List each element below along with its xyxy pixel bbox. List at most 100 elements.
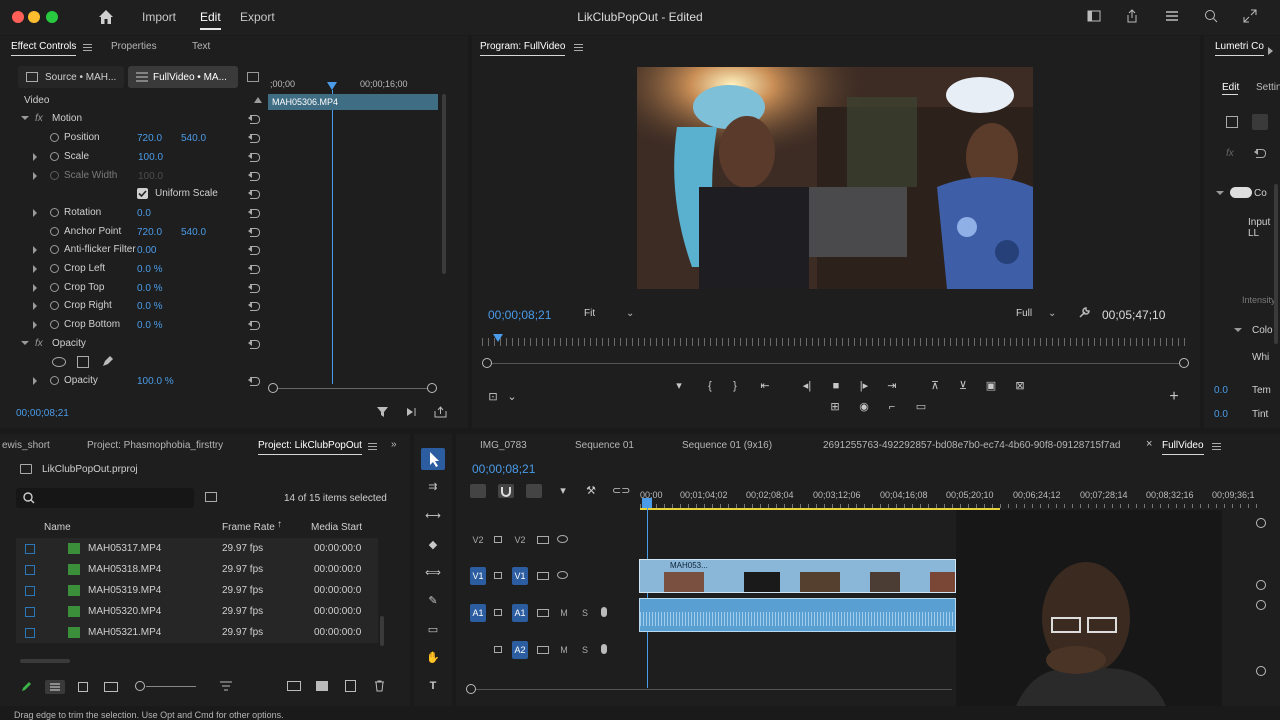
scale-width-expand-icon[interactable]	[33, 172, 37, 180]
a1-lock-icon[interactable]	[494, 609, 502, 616]
toggle-timeline-icon[interactable]	[247, 72, 259, 82]
razor-tool-icon[interactable]: ◆	[424, 538, 442, 552]
a1-target-button[interactable]: A1	[512, 604, 528, 622]
tab-img-0783[interactable]: IMG_0783	[480, 440, 527, 451]
sequence-clip-selector[interactable]: FullVideo • MA...	[128, 66, 238, 88]
rotation-expand-icon[interactable]	[33, 209, 37, 217]
zoom-slider-handle[interactable]	[135, 681, 145, 691]
program-menu-icon[interactable]	[574, 44, 583, 51]
a2-mute-button[interactable]: M	[556, 641, 572, 659]
opacity-stopwatch-icon[interactable]	[50, 376, 59, 385]
freeform-view-icon[interactable]	[104, 682, 118, 692]
hand-tool-icon[interactable]: ✋	[424, 651, 442, 665]
timeline-settings-wrench-icon[interactable]: ⚒	[584, 484, 598, 498]
ec-zoom-start-handle[interactable]	[268, 383, 278, 393]
crop-top-stopwatch-icon[interactable]	[50, 283, 59, 292]
mark-out-icon[interactable]: }	[728, 379, 742, 393]
a1-source-patch[interactable]: A1	[470, 604, 486, 622]
crop-bottom-expand-icon[interactable]	[33, 321, 37, 329]
a2-lock-icon[interactable]	[494, 646, 502, 653]
v1-eye-icon[interactable]	[557, 571, 568, 579]
lumetri-title[interactable]: Lumetri Co	[1215, 41, 1264, 56]
timeline-zoom-start-handle[interactable]	[466, 684, 476, 694]
reset-crop-left-icon[interactable]	[248, 265, 260, 274]
sort-icons-icon[interactable]	[220, 681, 232, 694]
panel-menu-icon[interactable]	[83, 44, 92, 51]
reset-opacity-icon[interactable]	[248, 377, 260, 386]
v1-target-button[interactable]: V1	[512, 567, 528, 585]
share-icon[interactable]	[1124, 9, 1140, 25]
position-stopwatch-icon[interactable]	[50, 133, 59, 142]
selection-tool-icon[interactable]	[421, 448, 445, 470]
lumetri-tint-value[interactable]: 0.0	[1214, 409, 1228, 420]
timeline-menu-icon[interactable]	[1212, 443, 1221, 450]
reset-motion-icon[interactable]	[248, 115, 260, 124]
vscroll-audio-handle[interactable]	[1256, 600, 1266, 610]
list-item[interactable]: MAH05319.MP4 29.97 fps 00:00:00:0	[16, 580, 378, 601]
program-zoom-track[interactable]	[490, 363, 1186, 364]
col-media-start-header[interactable]: Media Start	[311, 522, 362, 533]
opacity-value[interactable]: 100.0 %	[137, 376, 174, 387]
crop-top-expand-icon[interactable]	[33, 284, 37, 292]
fullscreen-icon[interactable]	[1242, 9, 1258, 25]
linked-selection-icon[interactable]	[526, 484, 542, 498]
zoom-slider-track[interactable]	[146, 686, 196, 687]
filter-icon[interactable]	[376, 406, 389, 421]
new-bin-icon[interactable]	[316, 681, 328, 691]
rotation-value[interactable]: 0.0	[137, 208, 151, 219]
lumetri-preset-icon[interactable]	[1226, 116, 1238, 128]
close-tab-icon[interactable]: ×	[1146, 438, 1152, 450]
stop-icon[interactable]: ■	[829, 379, 843, 393]
fit-dropdown[interactable]: Fit ⌄	[582, 304, 642, 324]
nest-toggle-icon[interactable]	[470, 484, 486, 498]
tab-project-phasmophobia[interactable]: Project: Phasmophobia_firsttry	[87, 440, 223, 451]
add-marker-icon[interactable]: ▾	[672, 379, 686, 393]
play-audio-icon[interactable]	[405, 406, 418, 421]
comparison-view-icon[interactable]: ⊠	[1013, 379, 1027, 393]
program-zoom-start-handle[interactable]	[482, 358, 492, 368]
project-menu-icon[interactable]	[368, 443, 377, 450]
project-hscroll[interactable]	[20, 659, 70, 663]
insert-icon[interactable]: ▣	[984, 379, 998, 393]
tab-properties[interactable]: Properties	[111, 41, 157, 52]
quality-dropdown[interactable]: Full ⌄	[1012, 304, 1072, 324]
antiflicker-value[interactable]: 0.00	[137, 245, 156, 256]
timeline-zoom-track[interactable]	[476, 689, 952, 690]
program-time-ruler[interactable]	[482, 338, 1190, 346]
list-view-icon[interactable]	[45, 680, 65, 694]
go-to-in-icon[interactable]: ⇤	[758, 379, 772, 393]
v1-sync-icon[interactable]	[537, 572, 549, 580]
antiflicker-expand-icon[interactable]	[33, 246, 37, 254]
reset-antiflicker-icon[interactable]	[248, 246, 260, 255]
snap-icon[interactable]	[498, 484, 514, 498]
sort-ascending-icon[interactable]: ↑	[277, 519, 282, 530]
position-y-value[interactable]: 540.0	[181, 133, 206, 144]
v1-lock-icon[interactable]	[494, 572, 502, 579]
reset-crop-right-icon[interactable]	[248, 302, 260, 311]
vscroll-top-handle[interactable]	[1256, 518, 1266, 528]
timeline-current-time[interactable]: 00;00;08;21	[472, 462, 535, 476]
collapse-video-icon[interactable]	[254, 97, 262, 103]
tab-sequence-01[interactable]: Sequence 01	[575, 440, 634, 451]
export-chevron-down-icon[interactable]: ⌄	[506, 390, 518, 404]
a1-mic-icon[interactable]	[601, 607, 607, 617]
lift-icon[interactable]: ⊼	[928, 379, 942, 393]
timeline-ruler[interactable]: 00;00 00;01;04;02 00;02;08;04 00;03;12;0…	[640, 482, 1264, 510]
list-item[interactable]: MAH05317.MP4 29.97 fps 00:00:00:0	[16, 538, 378, 559]
a2-sync-icon[interactable]	[537, 646, 549, 654]
program-monitor-title[interactable]: Program: FullVideo	[480, 41, 566, 56]
opacity-section-expand-icon[interactable]	[21, 341, 29, 345]
export-settings-icon[interactable]: ⊡	[486, 390, 500, 404]
a1-solo-button[interactable]: S	[577, 604, 593, 622]
multicam-icon[interactable]: ⊞	[828, 400, 842, 414]
pen-tool-icon[interactable]: ✎	[424, 594, 442, 608]
a2-mic-icon[interactable]	[601, 644, 607, 654]
reset-anchor-icon[interactable]	[248, 228, 260, 237]
a2-target-button[interactable]: A2	[512, 641, 528, 659]
reset-rotation-icon[interactable]	[248, 209, 260, 218]
new-bin-from-search-icon[interactable]	[205, 492, 217, 502]
crop-bottom-stopwatch-icon[interactable]	[50, 320, 59, 329]
program-zoom-end-handle[interactable]	[1179, 358, 1189, 368]
list-item[interactable]: MAH05318.MP4 29.97 fps 00:00:00:0	[16, 559, 378, 580]
tab-sequence-01-9x16[interactable]: Sequence 01 (9x16)	[682, 440, 772, 451]
